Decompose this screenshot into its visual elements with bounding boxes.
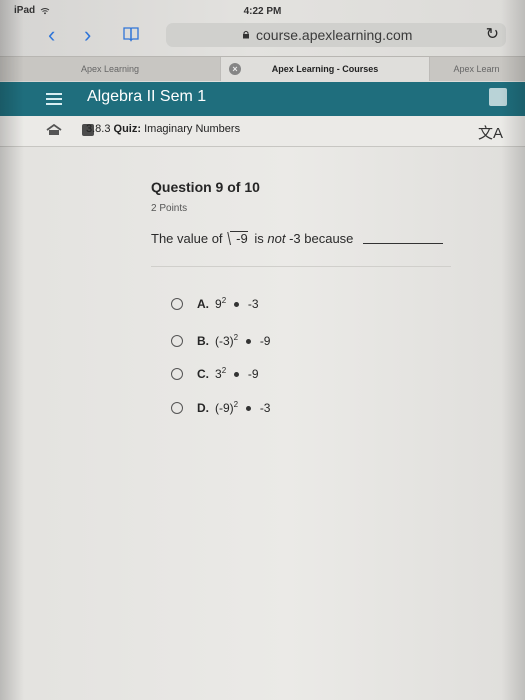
radio-button[interactable] bbox=[171, 367, 183, 380]
section-number: 3.8.3 bbox=[86, 123, 111, 135]
prompt-prefix: The value of bbox=[151, 231, 223, 246]
radicand: -9 bbox=[236, 231, 248, 246]
tab-label: Apex Learning bbox=[80, 64, 140, 74]
not-equal-icon bbox=[246, 406, 252, 411]
forward-button[interactable]: › bbox=[84, 24, 91, 46]
tab-label: Apex Learn bbox=[453, 64, 500, 74]
prompt-middle: is bbox=[254, 231, 264, 246]
quiz-title: Imaginary Numbers bbox=[144, 123, 241, 135]
option-letter: B. bbox=[197, 333, 209, 348]
quiz-breadcrumb: 3.8.3 Quiz: Imaginary Numbers bbox=[86, 123, 240, 135]
option-exponent: 2 bbox=[233, 400, 239, 409]
answer-option-d[interactable]: D. (-9)2 -3 bbox=[171, 400, 270, 415]
reload-icon[interactable]: ↻ bbox=[486, 24, 499, 44]
url-bar[interactable]: course.apexlearning.com bbox=[166, 23, 506, 47]
question-points: 2 Points bbox=[151, 203, 188, 214]
option-letter: D. bbox=[197, 400, 209, 415]
menu-icon[interactable] bbox=[46, 92, 62, 106]
url-text: course.apexlearning.com bbox=[256, 27, 413, 43]
bookmarks-icon[interactable] bbox=[122, 26, 140, 42]
option-base: 3 bbox=[215, 367, 222, 381]
answer-option-b[interactable]: B. (-3)2 -9 bbox=[171, 333, 270, 348]
option-text: 92 -3 bbox=[215, 296, 259, 311]
lock-icon bbox=[243, 30, 249, 39]
translate-icon[interactable]: 文A bbox=[478, 122, 503, 143]
breadcrumb: 3.8.3 Quiz: Imaginary Numbers 文A bbox=[0, 116, 525, 147]
left-shadow bbox=[0, 0, 24, 700]
tab-label: Apex Learning - Courses bbox=[271, 64, 379, 74]
quiz-content: Question 9 of 10 2 Points The value of -… bbox=[0, 147, 525, 700]
option-rhs: -9 bbox=[247, 367, 259, 381]
option-text: (-9)2 -3 bbox=[215, 400, 270, 415]
not-equal-icon bbox=[234, 372, 240, 377]
question-header: Question 9 of 10 2 Points bbox=[151, 179, 260, 214]
prompt-suffix: -3 because bbox=[289, 231, 354, 246]
question-prompt: The value of -9 is not -3 because bbox=[151, 231, 444, 246]
answer-option-a[interactable]: A. 92 -3 bbox=[171, 296, 259, 311]
answer-blank bbox=[363, 243, 444, 244]
status-time: 4:22 PM bbox=[243, 6, 282, 17]
question-title: Question 9 of 10 bbox=[151, 179, 260, 195]
option-rhs: -3 bbox=[247, 297, 259, 311]
option-rhs: -9 bbox=[259, 334, 271, 348]
option-exponent: 2 bbox=[221, 296, 227, 305]
answer-option-c[interactable]: C. 32 -9 bbox=[171, 366, 259, 381]
option-base: 9 bbox=[215, 297, 222, 311]
back-button[interactable]: ‹ bbox=[48, 24, 55, 46]
square-root-expression: -9 bbox=[230, 231, 248, 245]
close-icon[interactable]: × bbox=[229, 63, 241, 75]
quiz-label: Quiz: bbox=[113, 123, 142, 135]
option-base: (-3) bbox=[215, 334, 234, 348]
option-text: (-3)2 -9 bbox=[215, 333, 270, 348]
option-exponent: 2 bbox=[233, 333, 239, 342]
option-rhs: -3 bbox=[259, 401, 271, 415]
not-equal-icon bbox=[246, 339, 252, 344]
question-divider bbox=[151, 266, 451, 267]
home-icon[interactable] bbox=[46, 124, 62, 136]
tab-apex-learning[interactable]: Apex Learning bbox=[0, 57, 220, 81]
radio-button[interactable] bbox=[171, 401, 183, 414]
option-exponent: 2 bbox=[221, 366, 227, 375]
not-equal-icon bbox=[234, 302, 240, 307]
option-letter: A. bbox=[197, 296, 209, 311]
radio-button[interactable] bbox=[171, 334, 183, 347]
tab-strip: Apex Learning × Apex Learning - Courses … bbox=[0, 56, 525, 81]
ipad-screen: iPad 4:22 PM ‹ › course.apexlearning.com… bbox=[0, 0, 525, 700]
right-shadow bbox=[501, 0, 525, 700]
course-title: Algebra II Sem 1 bbox=[87, 88, 207, 105]
prompt-emphasis: not bbox=[267, 231, 286, 246]
option-base: (-9) bbox=[215, 401, 234, 415]
radio-button[interactable] bbox=[171, 297, 183, 310]
option-letter: C. bbox=[197, 366, 209, 381]
tab-apex-learning-courses[interactable]: × Apex Learning - Courses bbox=[220, 57, 430, 81]
browser-toolbar: ‹ › course.apexlearning.com ↻ bbox=[0, 20, 525, 52]
course-header: Algebra II Sem 1 bbox=[0, 82, 525, 116]
option-text: 32 -9 bbox=[215, 366, 259, 381]
